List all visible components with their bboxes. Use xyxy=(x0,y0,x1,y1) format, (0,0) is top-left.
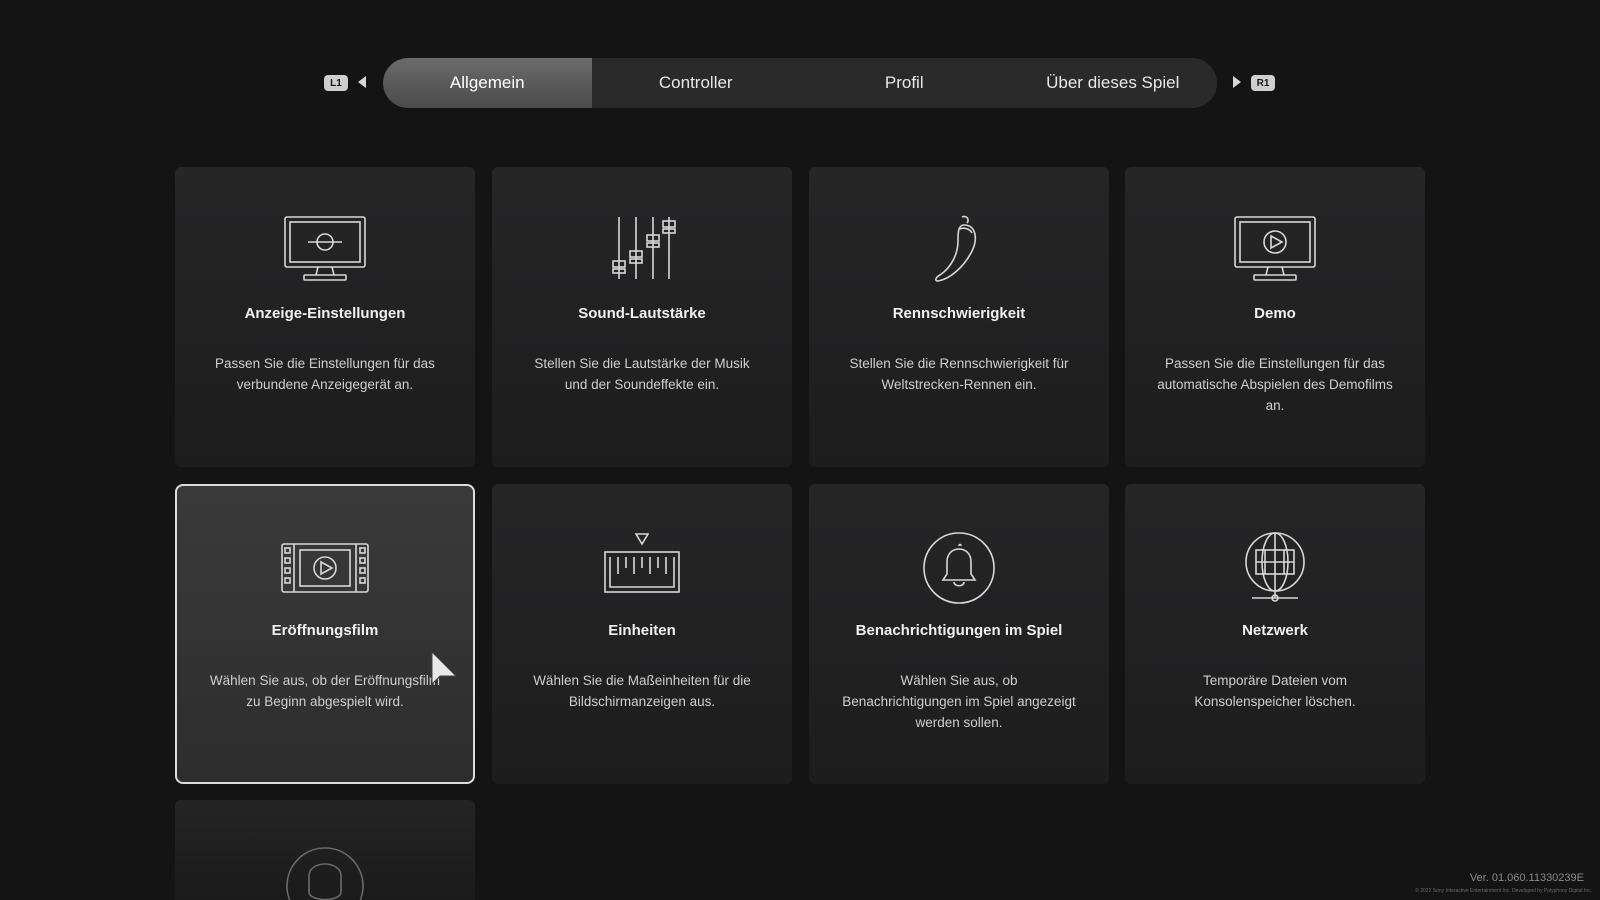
card-description: Passen Sie die Einstellungen für das aut… xyxy=(1157,356,1393,413)
card-description: Stellen Sie die Rennschwierigkeit für We… xyxy=(849,356,1069,392)
card-demo[interactable]: Demo Passen Sie die Einstellungen für da… xyxy=(1125,167,1425,467)
card-description: Wählen Sie aus, ob Benachrichtigungen im… xyxy=(842,673,1076,730)
l1-button-hint[interactable]: L1 xyxy=(324,75,348,91)
card-description: Temporäre Dateien vom Konsolenspeicher l… xyxy=(1194,673,1356,709)
bell-icon xyxy=(923,532,995,604)
display-monitor-icon xyxy=(284,216,366,281)
card-title: Sound-Lautstärke xyxy=(578,305,706,322)
card-rennschwierigkeit[interactable]: Rennschwierigkeit Stellen Sie die Rennsc… xyxy=(809,167,1109,467)
r1-button-hint[interactable]: R1 xyxy=(1251,75,1275,91)
card-benachrichtigungen[interactable]: Benachrichtigungen im Spiel Wählen Sie a… xyxy=(809,484,1109,784)
chili-pepper-icon xyxy=(935,215,977,282)
tab-allgemein[interactable]: Allgemein xyxy=(383,58,592,108)
top-navigation: L1 Allgemein Controller Profil Über dies… xyxy=(0,58,1600,108)
card-netzwerk[interactable]: Netzwerk Temporäre Dateien vom Konsolens… xyxy=(1125,484,1425,784)
card-title: Anzeige-Einstellungen xyxy=(244,305,406,322)
card-description: Stellen Sie die Lautstärke der Musik und… xyxy=(534,356,750,392)
card-title: Einheiten xyxy=(608,622,676,639)
tab-ueber-dieses-spiel[interactable]: Über dieses Spiel xyxy=(1009,58,1218,108)
person-icon xyxy=(286,847,364,900)
copyright-label: © 2022 Sony Interactive Entertainment In… xyxy=(1415,888,1592,894)
tab-controller[interactable]: Controller xyxy=(592,58,801,108)
card-eroeffnungsfilm[interactable]: Eröffnungsfilm Wählen Sie aus, ob der Er… xyxy=(175,484,475,784)
card-einheiten[interactable]: Einheiten Wählen Sie die Maßeinheiten fü… xyxy=(492,484,792,784)
card-partial-profile[interactable] xyxy=(175,800,475,900)
card-sound-lautstaerke[interactable]: Sound-Lautstärke Stellen Sie die Lautstä… xyxy=(492,167,792,467)
card-description: Wählen Sie aus, ob der Eröffnungsfilm zu… xyxy=(209,673,441,709)
card-title: Benachrichtigungen im Spiel xyxy=(855,622,1063,639)
chevron-left-icon[interactable] xyxy=(358,76,366,88)
sliders-icon xyxy=(612,217,676,279)
mouse-pointer-icon xyxy=(431,650,458,686)
chevron-right-icon[interactable] xyxy=(1233,76,1241,88)
card-title: Netzwerk xyxy=(1242,622,1308,639)
card-anzeige-einstellungen[interactable]: Anzeige-Einstellungen Passen Sie die Ein… xyxy=(175,167,475,467)
tab-profil[interactable]: Profil xyxy=(800,58,1009,108)
film-strip-icon xyxy=(281,543,369,593)
card-title: Eröffnungsfilm xyxy=(271,622,379,639)
card-description: Wählen Sie die Maßeinheiten für die Bild… xyxy=(533,673,751,709)
ruler-icon xyxy=(604,533,680,593)
card-title: Demo xyxy=(1254,305,1296,322)
tab-bar: Allgemein Controller Profil Über dieses … xyxy=(383,58,1217,108)
card-description: Passen Sie die Einstellungen für das ver… xyxy=(215,356,435,392)
card-title: Rennschwierigkeit xyxy=(892,305,1026,322)
monitor-play-icon xyxy=(1234,216,1316,281)
globe-network-icon xyxy=(1245,532,1305,602)
version-label: Ver. 01.060.11330239E xyxy=(1469,872,1584,884)
